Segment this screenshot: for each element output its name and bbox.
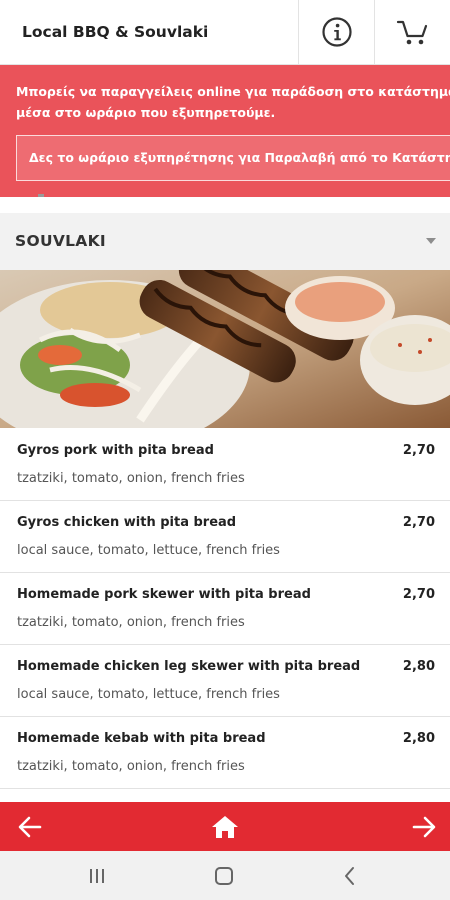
item-name: Gyros pork with pita bread (17, 443, 214, 458)
cart-button[interactable] (374, 0, 450, 64)
item-description: local sauce, tomato, lettuce, french fri… (17, 543, 280, 558)
item-description: tzatziki, tomato, onion, french fries (17, 615, 245, 630)
category-image (0, 270, 450, 428)
system-back-button[interactable] (320, 851, 380, 900)
system-home-button[interactable] (194, 851, 254, 900)
menu-item[interactable]: Gyros chicken with pita bread local sauc… (0, 501, 450, 573)
info-icon (322, 17, 352, 47)
arrow-right-icon (412, 816, 436, 837)
section-gap (0, 194, 450, 213)
item-description: tzatziki, tomato, onion, french fries (17, 471, 245, 486)
menu-item[interactable]: Homemade chicken leg skewer with pita br… (0, 645, 450, 717)
info-button[interactable] (298, 0, 375, 64)
notice-text: Μπορείς να παραγγείλεις online για παράδ… (16, 84, 450, 120)
category-header[interactable]: SOUVLAKI (0, 213, 450, 270)
item-description: local sauce, tomato, lettuce, french fri… (17, 687, 280, 702)
item-name: Homemade chicken leg skewer with pita br… (17, 659, 361, 674)
menu-item[interactable]: Homemade pork skewer with pita bread tza… (0, 573, 450, 645)
app-header: Local BBQ & Souvlaki (0, 0, 450, 65)
bottom-nav-bar (0, 802, 450, 851)
back-button[interactable] (0, 802, 60, 851)
recents-button[interactable] (67, 851, 127, 900)
item-price: 2,80 (402, 731, 435, 746)
system-back-icon (345, 866, 354, 885)
item-description: tzatziki, tomato, onion, french fries (17, 759, 245, 774)
item-name: Homemade pork skewer with pita bread (17, 587, 311, 602)
notice-banner: Μπορείς να παραγγείλεις online για παράδ… (0, 65, 450, 197)
cart-icon (396, 20, 428, 45)
home-icon (212, 815, 238, 838)
recents-icon (90, 868, 104, 883)
item-price: 2,80 (402, 659, 435, 674)
item-name: Gyros chicken with pita bread (17, 515, 237, 530)
item-name: Homemade kebab with pita bread (17, 731, 266, 746)
opening-hours-button[interactable]: Δες το ωράριο εξυπηρέτησης για Παραλαβή … (16, 135, 450, 181)
menu-list: Gyros pork with pita bread tzatziki, tom… (0, 429, 450, 789)
item-price: 2,70 (402, 587, 435, 602)
home-button[interactable] (195, 802, 255, 851)
scroll-peek (38, 194, 44, 197)
chevron-down-icon (426, 238, 436, 244)
system-home-icon (215, 866, 233, 885)
arrow-left-icon (18, 816, 42, 837)
system-nav-bar (0, 851, 450, 900)
category-title: SOUVLAKI (15, 232, 106, 250)
item-price: 2,70 (402, 443, 435, 458)
item-price: 2,70 (402, 515, 435, 530)
forward-button[interactable] (394, 802, 450, 851)
menu-item[interactable]: Gyros pork with pita bread tzatziki, tom… (0, 429, 450, 501)
app-title: Local BBQ & Souvlaki (22, 23, 209, 41)
menu-item[interactable]: Homemade kebab with pita bread tzatziki,… (0, 717, 450, 789)
